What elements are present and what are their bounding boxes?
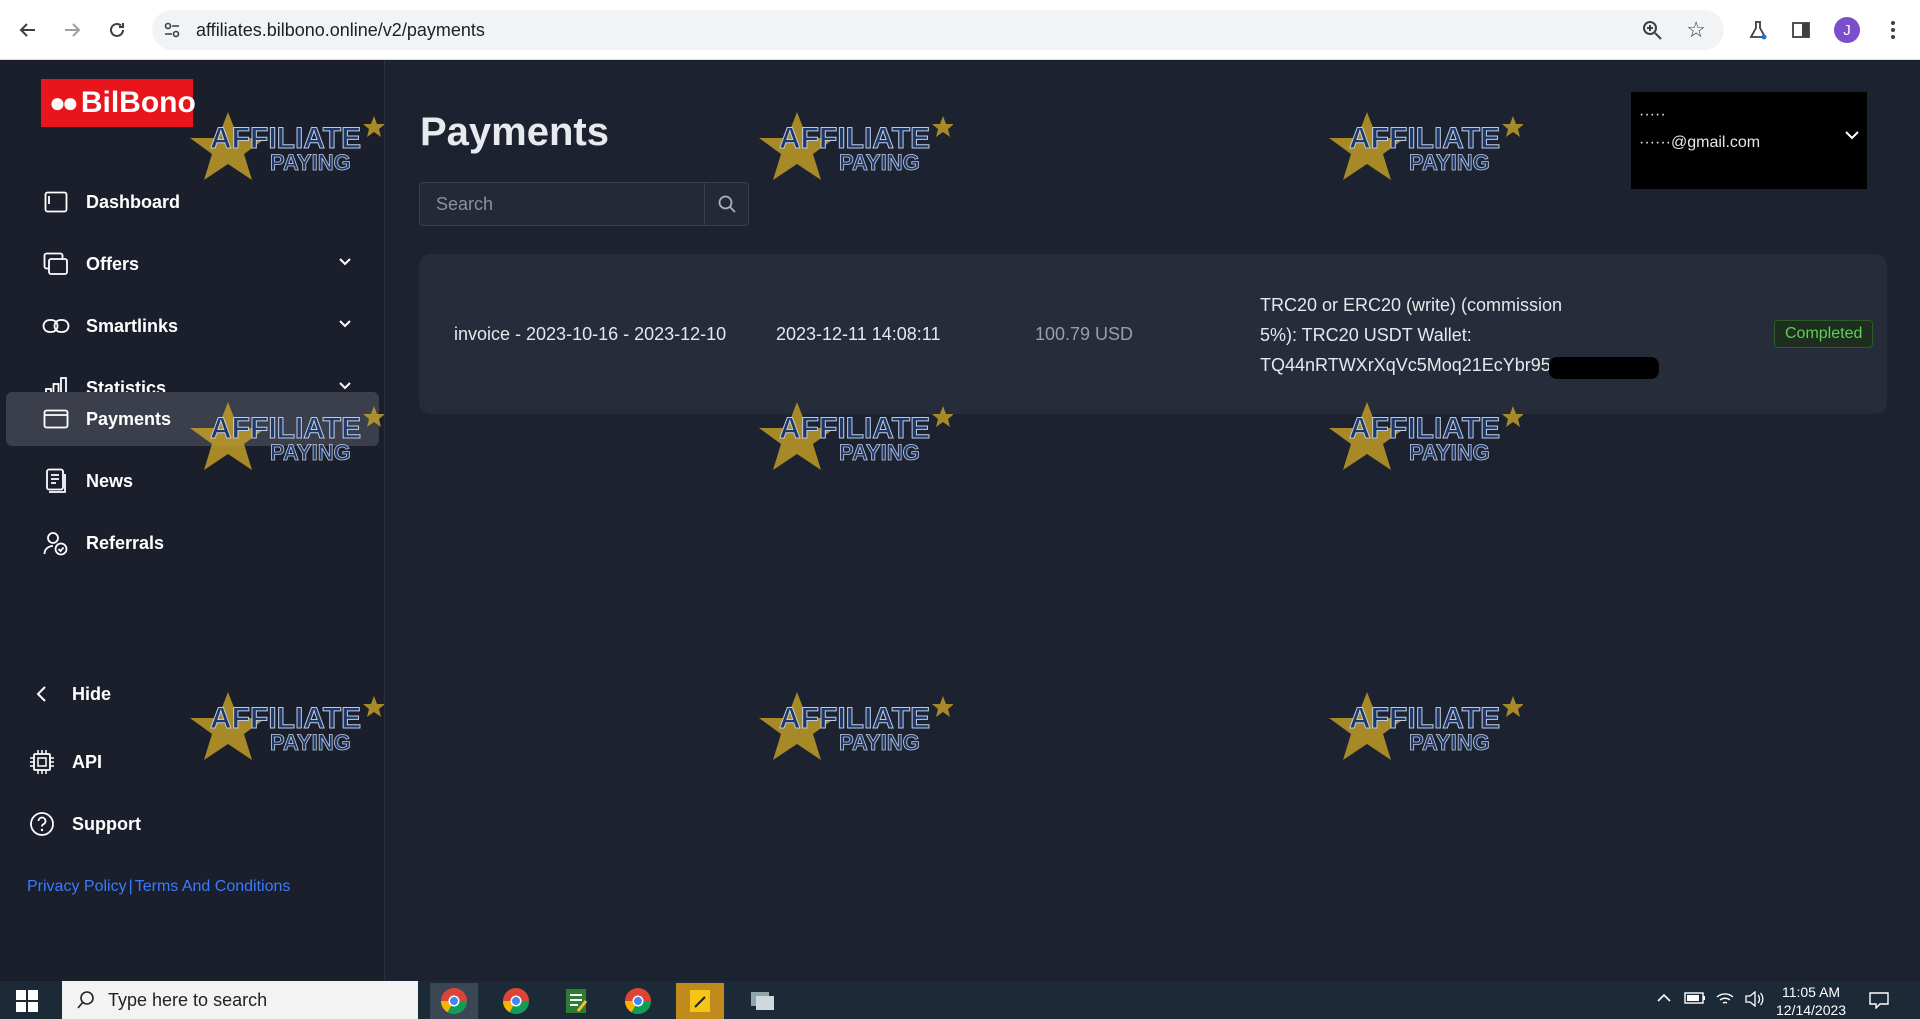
user-menu[interactable]: ····· ······@gmail.com <box>1631 92 1867 189</box>
taskbar-clock[interactable]: 11:05 AM 12/14/2023 <box>1776 983 1846 1019</box>
notifications-icon[interactable] <box>1868 991 1890 1012</box>
sidebar-item-payments[interactable]: Payments <box>6 392 379 446</box>
zoom-icon[interactable] <box>1640 18 1664 42</box>
sidebar-item-offers[interactable]: Offers <box>6 237 379 291</box>
payment-method: TRC20 or ERC20 (write) (commission 5%): … <box>1260 290 1580 380</box>
api-label: API <box>72 751 103 772</box>
support-link[interactable]: Support <box>28 810 141 838</box>
menu-kebab-icon[interactable] <box>1879 16 1907 44</box>
bookmark-star-icon[interactable]: ☆ <box>1686 17 1706 43</box>
sidebar-item-label: Smartlinks <box>86 315 179 336</box>
sidebar: ●● BilBono Dashboard Offers Smartlinks S… <box>0 60 385 981</box>
chrome-beta-icon[interactable] <box>430 983 478 1019</box>
api-link[interactable]: API <box>28 748 102 776</box>
network-app-icon[interactable] <box>738 983 786 1019</box>
sidebar-item-label: Payments <box>86 408 172 429</box>
battery-icon[interactable] <box>1684 991 1706 1008</box>
terms-link[interactable]: Terms And Conditions <box>135 878 291 895</box>
user-email: ······@gmail.com <box>1639 134 1761 151</box>
browser-toolbar: affiliates.bilbono.online/v2/payments ☆ … <box>0 0 1920 60</box>
sidebar-item-smartlinks[interactable]: Smartlinks <box>6 299 379 353</box>
url-text[interactable]: affiliates.bilbono.online/v2/payments <box>196 20 485 41</box>
logo-mark-icon: ●● <box>49 87 79 118</box>
sidebar-item-label: Referrals <box>86 532 165 553</box>
search-button[interactable] <box>704 183 748 225</box>
hide-sidebar-button[interactable]: Hide <box>28 680 111 708</box>
chevron-down-icon[interactable] <box>337 316 353 332</box>
hide-label: Hide <box>72 683 112 704</box>
wifi-icon[interactable] <box>1716 991 1734 1010</box>
status-badge: Completed <box>1774 320 1874 348</box>
user-name: ····· <box>1639 106 1666 123</box>
payment-date: 2023-12-11 14:08:11 <box>776 324 941 344</box>
clock-date: 12/14/2023 <box>1776 1002 1847 1018</box>
smartlinks-icon <box>42 312 70 340</box>
payment-wallet-address: TQ44nRTWXrXqVc5Moq21EcYbr95 <box>1260 355 1551 375</box>
site-info-icon[interactable] <box>162 20 182 40</box>
sidebar-item-label: Dashboard <box>86 191 181 212</box>
bilbono-logo[interactable]: ●● BilBono <box>41 79 196 127</box>
sidebar-item-label: News <box>86 470 134 491</box>
notes-app-icon[interactable] <box>676 983 724 1019</box>
volume-icon[interactable] <box>1744 990 1764 1010</box>
search-icon <box>718 195 736 213</box>
main-content: Payments ····· ······@gmail.com invoice … <box>386 60 1920 981</box>
search-icon <box>77 991 94 1009</box>
offers-icon <box>42 250 70 278</box>
page-title: Payments <box>420 110 609 154</box>
payment-method-line: TRC20 or ERC20 (write) (commission <box>1260 295 1563 315</box>
taskbar-search[interactable]: Type here to search <box>62 981 418 1019</box>
sidebar-item-dashboard[interactable]: Dashboard <box>6 175 379 229</box>
sidebar-item-label: Offers <box>86 253 140 274</box>
windows-taskbar: Type here to search 11:05 AM 12/14/2023 <box>0 981 1920 1019</box>
sidebar-item-news[interactable]: News <box>6 454 379 508</box>
link-separator: | <box>128 878 133 895</box>
support-label: Support <box>72 813 141 834</box>
back-icon[interactable] <box>12 14 44 46</box>
logo-text: BilBono <box>80 86 196 119</box>
chip-icon <box>28 748 56 776</box>
search-box <box>419 182 749 226</box>
chevron-down-icon[interactable] <box>337 254 353 270</box>
payment-amount: 100.79 USD <box>1035 324 1134 344</box>
forward-icon[interactable] <box>56 14 88 46</box>
side-panel-icon[interactable] <box>1787 16 1815 44</box>
sidebar-item-referrals[interactable]: Referrals <box>6 516 379 570</box>
clock-time: 11:05 AM <box>1781 984 1841 1000</box>
reload-icon[interactable] <box>101 14 133 46</box>
news-icon <box>42 467 70 495</box>
payments-icon <box>42 405 70 433</box>
search-input[interactable] <box>420 183 706 225</box>
payment-method-line: 5%): TRC20 USDT Wallet: <box>1260 325 1472 345</box>
payment-period: invoice - 2023-10-16 - 2023-12-10 <box>454 324 727 344</box>
spreadsheet-app-icon[interactable] <box>553 983 601 1019</box>
help-circle-icon <box>28 810 56 838</box>
dashboard-icon <box>42 188 70 216</box>
footer-links: Privacy Policy | Terms And Conditions <box>27 878 290 896</box>
chevron-down-icon[interactable] <box>1843 126 1861 144</box>
chrome-icon[interactable] <box>492 983 540 1019</box>
profile-avatar[interactable]: J <box>1834 17 1860 43</box>
tray-chevron-up-icon[interactable] <box>1656 991 1672 1008</box>
privacy-policy-link[interactable]: Privacy Policy <box>27 878 127 895</box>
chevron-left-icon <box>28 680 56 708</box>
address-bar[interactable]: affiliates.bilbono.online/v2/payments ☆ <box>152 10 1724 50</box>
chrome-dev-icon[interactable] <box>614 983 662 1019</box>
redaction-mark <box>1549 357 1659 379</box>
taskbar-search-placeholder: Type here to search <box>108 989 268 1010</box>
payment-row[interactable]: invoice - 2023-10-16 - 2023-12-10 2023-1… <box>419 254 1887 414</box>
referrals-icon <box>42 529 70 557</box>
labs-icon[interactable] <box>1744 16 1772 44</box>
windows-start-icon[interactable] <box>16 990 38 1012</box>
